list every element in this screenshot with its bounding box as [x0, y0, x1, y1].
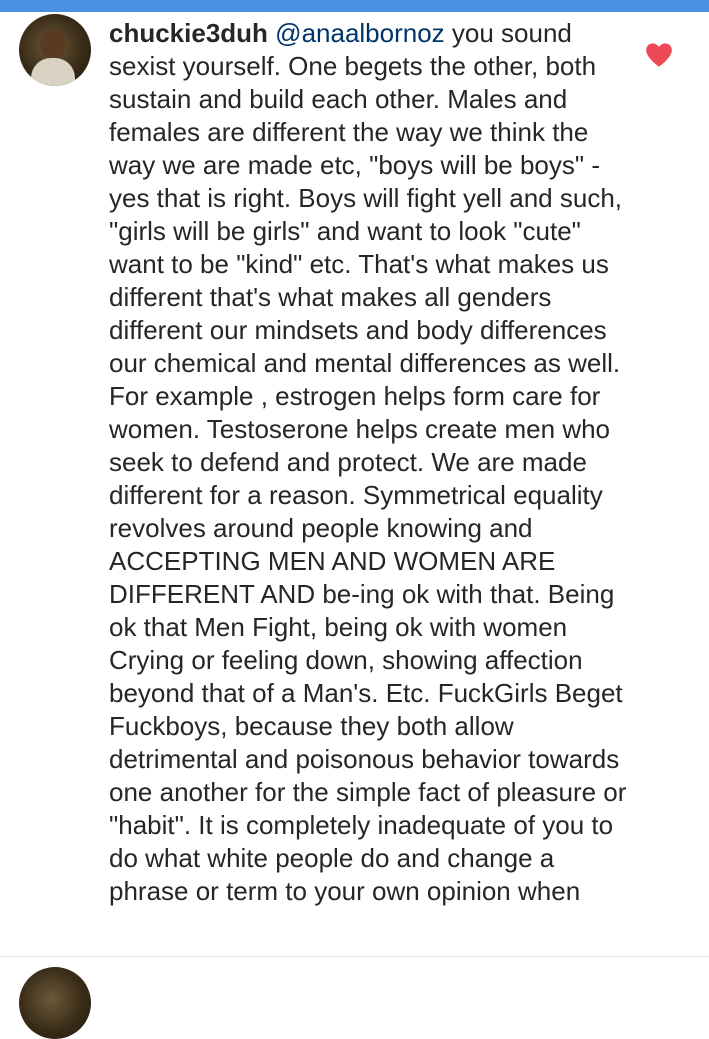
comment-body: you sound sexist yourself. One begets th…: [109, 18, 627, 906]
comment-username[interactable]: chuckie3duh: [109, 18, 268, 48]
avatar-shirt: [31, 58, 75, 86]
comment-mention[interactable]: @anaalbornoz: [275, 18, 445, 48]
avatar[interactable]: [19, 14, 91, 86]
avatar[interactable]: [19, 967, 91, 1039]
heart-icon[interactable]: [645, 42, 673, 68]
avatar-face: [40, 29, 66, 59]
comment-divider: [0, 956, 709, 957]
comment-text: chuckie3duh @anaalbornoz you sound sexis…: [109, 17, 629, 908]
comment-item: chuckie3duh @anaalbornoz you sound sexis…: [0, 12, 709, 956]
top-status-bar: [0, 0, 709, 12]
